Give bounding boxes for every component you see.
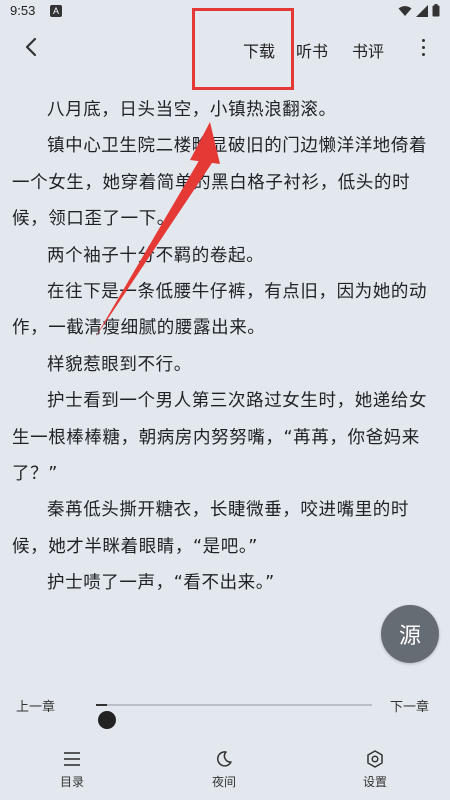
highlight-annotation-box [192,8,294,90]
back-button[interactable] [18,34,44,60]
source-button[interactable]: 源 [381,605,439,663]
more-vertical-icon[interactable] [412,34,434,60]
settings-label: 设置 [362,775,387,789]
source-button-label: 源 [398,624,421,649]
reading-content: 八月底，日头当空，小镇热浪翻滚。 镇中心卫生院二楼略显破旧的门边懒洋洋地倚着一个… [12,92,440,602]
chapter-slider-thumb[interactable] [98,711,117,729]
paragraph: 护士看到一个男人第三次路过女生时，她递给女生一根棒棒糖，朝病房内努努嘴，“苒苒，… [12,391,428,485]
paragraph: 在往下是一条低腰牛仔裤，有点旧，因为她的动作，一截清瘦细腻的腰露出来。 [12,282,428,339]
chapter-slider[interactable] [96,704,372,729]
night-mode-label: 夜间 [211,775,236,789]
signal-icon [416,4,428,17]
chapter-progress: 上一章 下一章 [0,688,450,729]
night-mode-button[interactable]: 夜间 [189,745,259,790]
toc-label: 目录 [59,775,84,789]
chevron-left-icon [25,37,37,57]
review-button[interactable]: 书评 [352,38,384,62]
status-indicator: A [50,5,62,17]
status-icons [398,4,440,17]
paragraph: 镇中心卫生院二楼略显破旧的门边懒洋洋地倚着一个女生，她穿着简单的黑白格子衬衫，低… [12,136,428,230]
settings-button[interactable]: 设置 [340,745,410,790]
paragraph: 秦苒低头撕开糖衣，长睫微垂，咬进嘴里的时候，她才半眯着眼睛，“是吧。” [12,500,409,557]
paragraph: 两个袖子十分不羁的卷起。 [47,245,265,266]
list-icon [64,752,80,766]
listen-button[interactable]: 听书 [296,38,328,62]
battery-icon [432,4,440,17]
paragraph: 样貌惹眼到不行。 [47,354,192,375]
paragraph: 八月底，日头当空，小镇热浪翻滚。 [47,100,337,120]
next-chapter-button[interactable]: 下一章 [390,696,429,715]
toc-button[interactable]: 目录 [37,745,107,790]
moon-icon [216,751,232,767]
prev-chapter-button[interactable]: 上一章 [16,696,55,715]
wifi-icon [398,5,412,16]
chapter-slider-fill [96,704,108,706]
status-time: 9:53 [10,3,36,18]
bottom-toolbar: 目录 夜间 设置 [0,735,450,800]
paragraph: 护士啧了一声，“看不出来。” [47,573,275,594]
settings-icon [367,750,383,768]
